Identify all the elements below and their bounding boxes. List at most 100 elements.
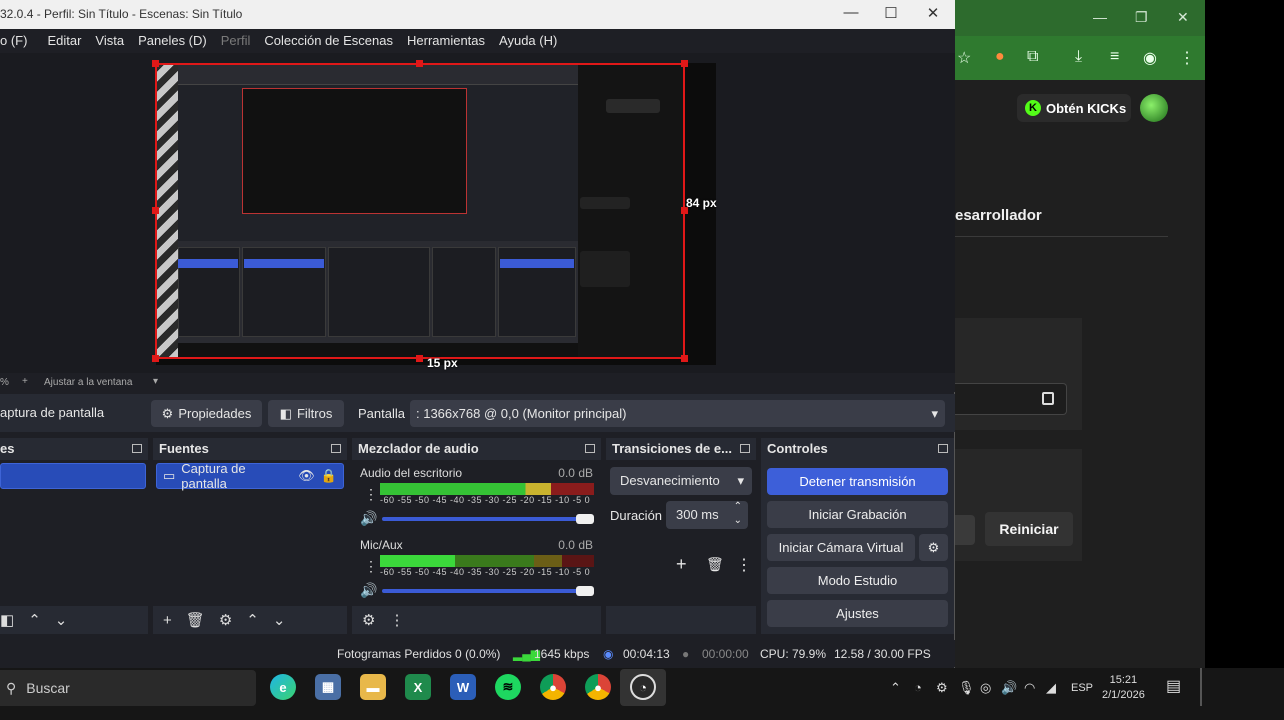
add-icon[interactable]: + <box>163 612 172 629</box>
get-kicks-button[interactable]: K Obtén KICKs <box>1017 94 1131 122</box>
speaker-icon[interactable]: 🔊 <box>360 582 377 599</box>
restart-button[interactable]: Reiniciar <box>985 512 1073 546</box>
gear-icon[interactable]: ⚙ <box>219 611 232 629</box>
spotify-icon[interactable]: ≋ <box>495 674 521 700</box>
star-icon[interactable]: ☆ <box>957 48 971 68</box>
puzzle-icon[interactable]: ⧉ <box>1027 48 1038 66</box>
duration-spinbox[interactable]: 300 ms ⌃ ⌄ <box>666 501 748 529</box>
undock-icon[interactable] <box>331 444 341 453</box>
start-virtual-camera-button[interactable]: Iniciar Cámara Virtual <box>767 534 915 561</box>
chevron-down-icon[interactable]: ⌄ <box>734 507 742 535</box>
trash-icon[interactable]: 🗑 <box>706 556 724 573</box>
obs-icon[interactable]: ◔ <box>630 674 656 700</box>
close-icon[interactable]: ✕ <box>923 4 943 22</box>
plus-icon[interactable]: + <box>22 376 28 387</box>
menu-icon[interactable]: ⋮ <box>364 486 378 503</box>
filters-button[interactable]: ◧ Filtros <box>268 400 344 427</box>
lock-icon[interactable]: 🔒 <box>321 468 337 484</box>
studio-mode-button[interactable]: Modo Estudio <box>767 567 948 594</box>
obs-tray-icon[interactable]: ◔ <box>914 680 922 695</box>
resize-handle[interactable] <box>152 355 159 362</box>
arrow-down-icon[interactable]: ⌄ <box>55 611 68 629</box>
calculator-icon[interactable]: ▦ <box>315 674 341 700</box>
transition-select[interactable]: Desvanecimiento ▾ <box>610 467 752 495</box>
menu-profile[interactable]: Perfil <box>214 29 258 53</box>
speaker-icon[interactable]: 🔊 <box>1001 680 1017 696</box>
excel-icon[interactable]: X <box>405 674 431 700</box>
language-indicator[interactable]: ESP <box>1071 682 1093 694</box>
edge-icon[interactable]: e <box>270 674 296 700</box>
arrow-up-icon[interactable]: ⌃ <box>28 611 41 629</box>
menu-edit[interactable]: Editar <box>40 29 88 53</box>
undock-icon[interactable] <box>132 444 142 453</box>
show-desktop-divider[interactable] <box>1200 668 1202 706</box>
chrome-icon[interactable]: ● <box>540 674 566 700</box>
resize-handle[interactable] <box>152 207 159 214</box>
clock[interactable]: 15:21 2/1/2026 <box>1102 673 1145 703</box>
download-icon[interactable]: ⤓ <box>1075 48 1082 66</box>
avatar[interactable] <box>1140 94 1168 122</box>
minimize-icon[interactable]: — <box>841 4 861 21</box>
filter-icon[interactable]: ◧ <box>0 611 14 629</box>
copy-button[interactable] <box>955 515 975 545</box>
menu-view[interactable]: Vista <box>88 29 131 53</box>
volume-knob[interactable] <box>576 514 594 524</box>
minimize-icon[interactable]: — <box>1093 9 1107 25</box>
settings-button[interactable]: Ajustes <box>767 600 948 627</box>
profile-icon[interactable]: ◉ <box>1143 48 1157 68</box>
media-icon[interactable]: ≡ <box>1110 48 1119 66</box>
menu-icon[interactable]: ⋮ <box>364 558 378 575</box>
list-item[interactable]: ▭ Captura de pantalla 👁 🔒 <box>156 461 344 491</box>
taskbar-search[interactable]: ⚲ Buscar <box>0 670 256 706</box>
resize-handle[interactable] <box>152 60 159 67</box>
close-icon[interactable]: ✕ <box>1177 9 1189 26</box>
maximize-icon[interactable]: ☐ <box>881 4 901 22</box>
chrome-profile-icon[interactable]: ● <box>585 674 611 700</box>
copy-icon[interactable] <box>1042 392 1054 405</box>
volume-slider[interactable] <box>382 517 592 521</box>
trash-icon[interactable]: 🗑 <box>186 611 205 629</box>
add-icon[interactable]: + <box>676 554 687 575</box>
stop-stream-button[interactable]: Detener transmisión <box>767 468 948 495</box>
menu-scene-collection[interactable]: Colección de Escenas <box>257 29 400 53</box>
resize-handle[interactable] <box>681 355 688 362</box>
arrow-up-icon[interactable]: ⌃ <box>246 611 259 629</box>
selection-box[interactable] <box>155 63 685 359</box>
menu-tools[interactable]: Herramientas <box>400 29 492 53</box>
start-recording-button[interactable]: Iniciar Grabación <box>767 501 948 528</box>
arrow-down-icon[interactable]: ⌄ <box>273 611 286 629</box>
mixer-settings-icon[interactable]: ⚙ <box>362 611 375 629</box>
extension-icon[interactable]: ● <box>995 48 1005 66</box>
list-item[interactable] <box>0 463 146 489</box>
undock-icon[interactable] <box>585 444 595 453</box>
volume-knob[interactable] <box>576 586 594 596</box>
volume-slider[interactable] <box>382 589 592 593</box>
resize-handle[interactable] <box>416 60 423 67</box>
chrome-tray-icon[interactable]: ◎ <box>980 680 991 696</box>
undock-icon[interactable] <box>938 444 948 453</box>
resize-handle[interactable] <box>416 355 423 362</box>
speaker-icon[interactable]: 🔊 <box>360 510 377 527</box>
wifi-icon[interactable]: ◢ <box>1046 680 1056 696</box>
fit-window-label[interactable]: Ajustar a la ventana <box>44 377 132 388</box>
menu-docks[interactable]: Paneles (D) <box>131 29 214 53</box>
word-icon[interactable]: W <box>450 674 476 700</box>
network-icon[interactable]: ◠ <box>1024 680 1035 696</box>
microphone-icon[interactable]: 🎙 <box>958 680 975 696</box>
chevron-up-icon[interactable]: ⌃ <box>890 680 901 696</box>
menu-icon[interactable]: ⋮ <box>1179 48 1195 68</box>
properties-button[interactable]: ⚙ Propiedades <box>151 400 262 427</box>
menu-file[interactable]: o (F) <box>0 29 34 53</box>
menu-icon[interactable]: ⋮ <box>389 611 404 629</box>
undock-icon[interactable] <box>740 444 750 453</box>
chevron-down-icon[interactable]: ▾ <box>153 376 158 387</box>
gear-icon[interactable]: ⚙ <box>936 680 948 696</box>
resize-handle[interactable] <box>681 60 688 67</box>
restore-icon[interactable]: ❐ <box>1135 9 1148 26</box>
file-explorer-icon[interactable]: ▬ <box>360 674 386 700</box>
menu-icon[interactable]: ⋮ <box>736 555 752 575</box>
virtual-camera-settings-button[interactable]: ⚙ <box>919 534 948 561</box>
display-select[interactable]: : 1366x768 @ 0,0 (Monitor principal) ▾ <box>410 400 945 427</box>
eye-icon[interactable]: 👁 <box>298 468 315 484</box>
menu-help[interactable]: Ayuda (H) <box>492 29 564 53</box>
